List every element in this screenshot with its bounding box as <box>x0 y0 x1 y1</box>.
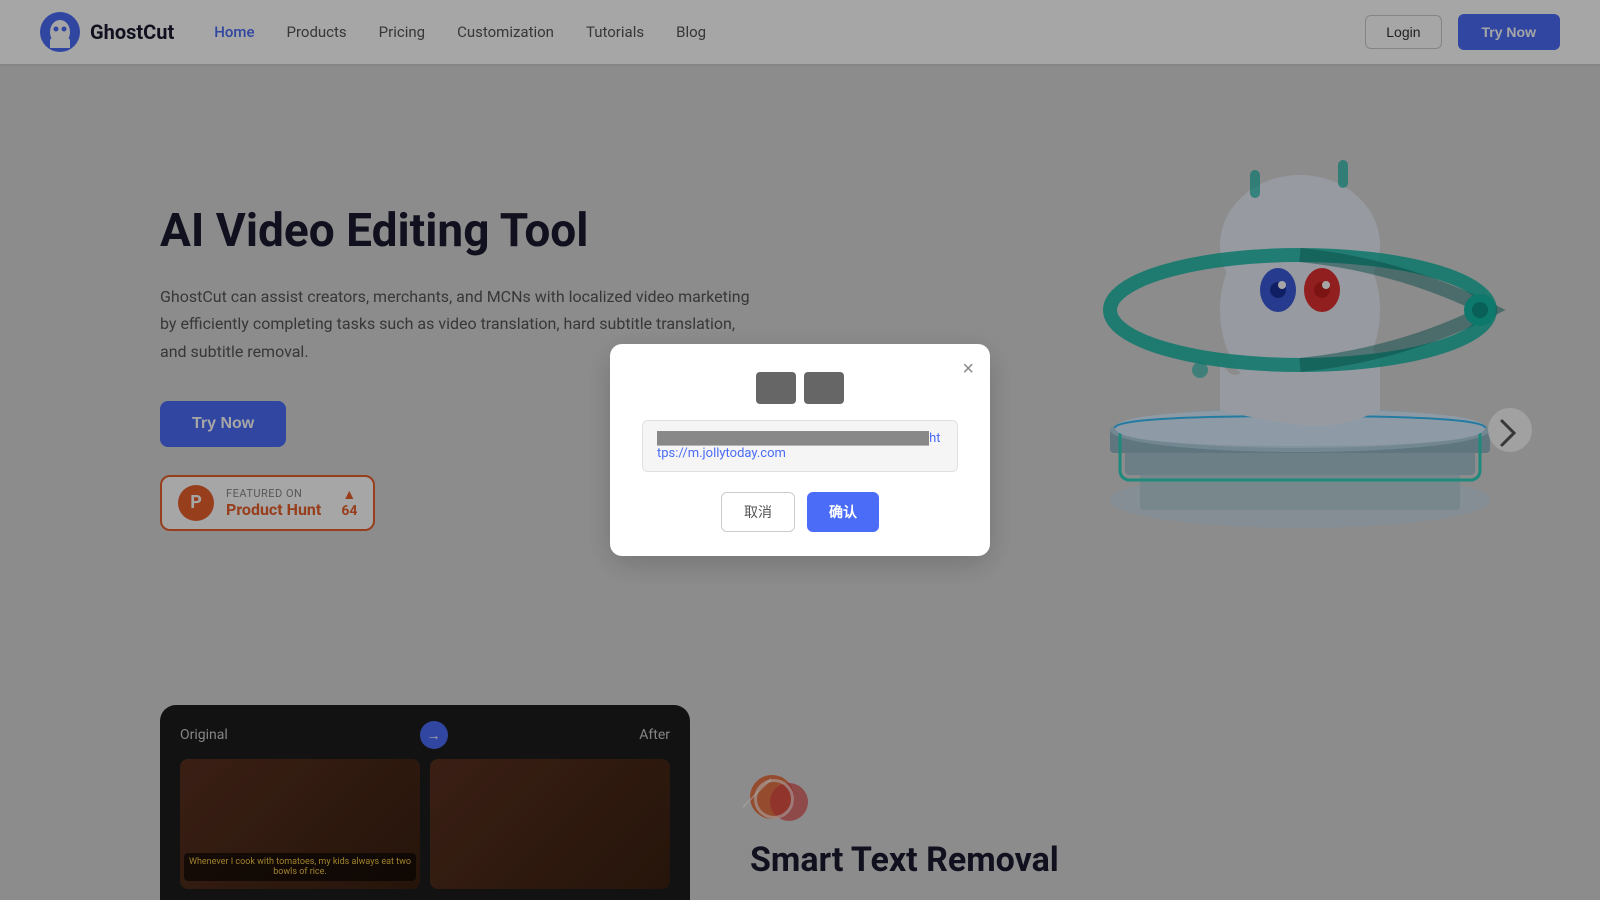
modal-icons <box>642 372 958 404</box>
modal-dialog: × ████████████████████████████████https:… <box>610 344 990 556</box>
modal-url-prefix: ████████████████████████████████ <box>657 431 929 445</box>
modal-cancel-button[interactable]: 取消 <box>721 492 795 532</box>
modal-icon-2 <box>804 372 844 404</box>
modal-confirm-button[interactable]: 确认 <box>807 492 879 532</box>
modal-overlay[interactable]: × ████████████████████████████████https:… <box>0 0 1600 900</box>
modal-icon-1 <box>756 372 796 404</box>
modal-url-bar: ████████████████████████████████https://… <box>642 420 958 472</box>
modal-close-button[interactable]: × <box>962 358 974 381</box>
modal-buttons: 取消 确认 <box>642 492 958 532</box>
